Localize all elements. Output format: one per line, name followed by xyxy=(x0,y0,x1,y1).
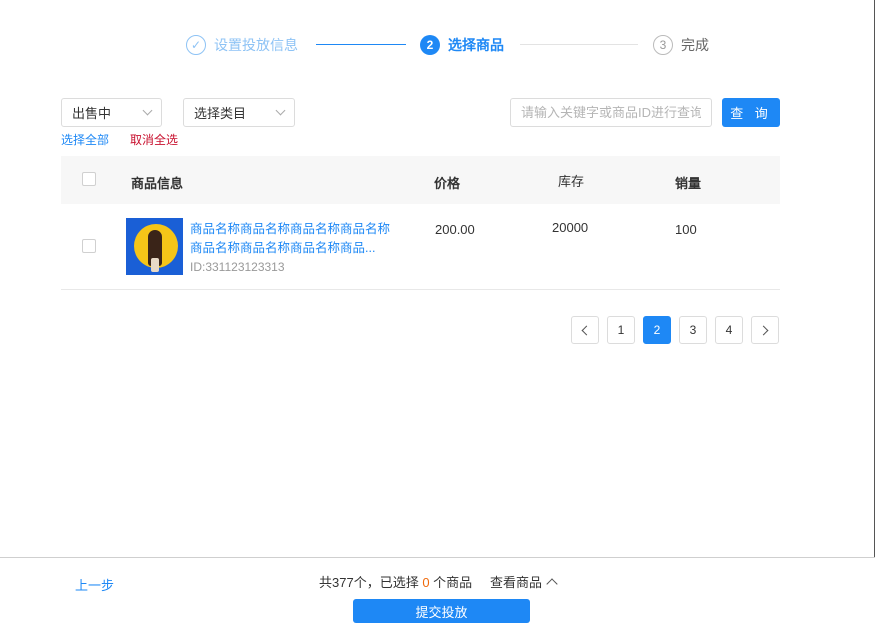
chevron-up-icon xyxy=(546,577,558,590)
page-button[interactable]: 1 xyxy=(607,316,635,344)
row-divider xyxy=(61,289,780,290)
view-goods-toggle[interactable]: 查看商品 xyxy=(490,572,558,591)
step-connector xyxy=(520,44,638,45)
page-button-current[interactable]: 2 xyxy=(643,316,671,344)
row-checkbox[interactable] xyxy=(82,239,96,253)
step-connector xyxy=(316,44,406,45)
product-sales: 100 xyxy=(675,222,697,237)
page-button[interactable]: 4 xyxy=(715,316,743,344)
select-all-checkbox[interactable] xyxy=(82,172,96,186)
header-sales: 销量 xyxy=(675,176,702,191)
page-frame xyxy=(0,0,875,631)
step-set-info: ✓ 设置投放信息 xyxy=(186,33,298,57)
header-product-info: 商品信息 xyxy=(131,176,184,191)
product-price: 200.00 xyxy=(435,222,475,237)
step-number: 2 xyxy=(420,35,440,55)
product-thumbnail[interactable] xyxy=(126,218,183,275)
previous-step-link[interactable]: 上一步 xyxy=(75,575,114,594)
step-complete: 3 完成 xyxy=(653,33,709,57)
select-all-link[interactable]: 选择全部 xyxy=(61,131,109,148)
step-label: 设置投放信息 xyxy=(214,37,298,53)
prev-page-button[interactable] xyxy=(571,316,599,344)
summary-text: 个商品 xyxy=(429,575,473,590)
check-icon: ✓ xyxy=(186,35,206,55)
step-label: 完成 xyxy=(681,37,709,53)
selected-count: 0 xyxy=(422,575,430,590)
view-goods-label: 查看商品 xyxy=(490,575,543,590)
step-select-goods: 2 选择商品 xyxy=(420,33,504,57)
category-select[interactable]: 选择类目 xyxy=(183,98,295,127)
submit-button[interactable]: 提交投放 xyxy=(353,599,530,623)
category-select-value: 选择类目 xyxy=(194,106,247,121)
progress-steps: ✓ 设置投放信息 2 选择商品 3 完成 xyxy=(0,33,875,57)
header-price: 价格 xyxy=(434,176,461,191)
search-input[interactable] xyxy=(510,98,712,127)
header-stock: 库存 xyxy=(558,174,585,189)
product-name-link[interactable]: 商品名称商品名称商品名称商品名称商品名称商品名称商品名称商品... xyxy=(190,220,400,258)
next-page-button[interactable] xyxy=(751,316,779,344)
page-button[interactable]: 3 xyxy=(679,316,707,344)
search-button[interactable]: 查 询 xyxy=(722,98,780,127)
table-header: 商品信息 价格 库存 销量 xyxy=(61,156,780,204)
clear-selection-link[interactable]: 取消全选 xyxy=(130,131,178,148)
chevron-left-icon xyxy=(581,325,592,335)
summary-text: 共377个，已选择 xyxy=(319,575,423,590)
chevron-down-icon xyxy=(275,105,286,116)
chevron-right-icon xyxy=(758,325,769,335)
status-select-value: 出售中 xyxy=(72,106,112,121)
status-select[interactable]: 出售中 xyxy=(61,98,162,127)
product-id: ID:331123123313 xyxy=(190,260,285,274)
chevron-down-icon xyxy=(142,105,153,116)
product-stock: 20000 xyxy=(552,220,589,235)
step-label: 选择商品 xyxy=(448,37,504,53)
selection-summary: 共377个，已选择 0 个商品 xyxy=(319,572,472,591)
step-number: 3 xyxy=(653,35,673,55)
footer-bar: 上一步 共377个，已选择 0 个商品 查看商品 提交投放 xyxy=(0,557,875,631)
